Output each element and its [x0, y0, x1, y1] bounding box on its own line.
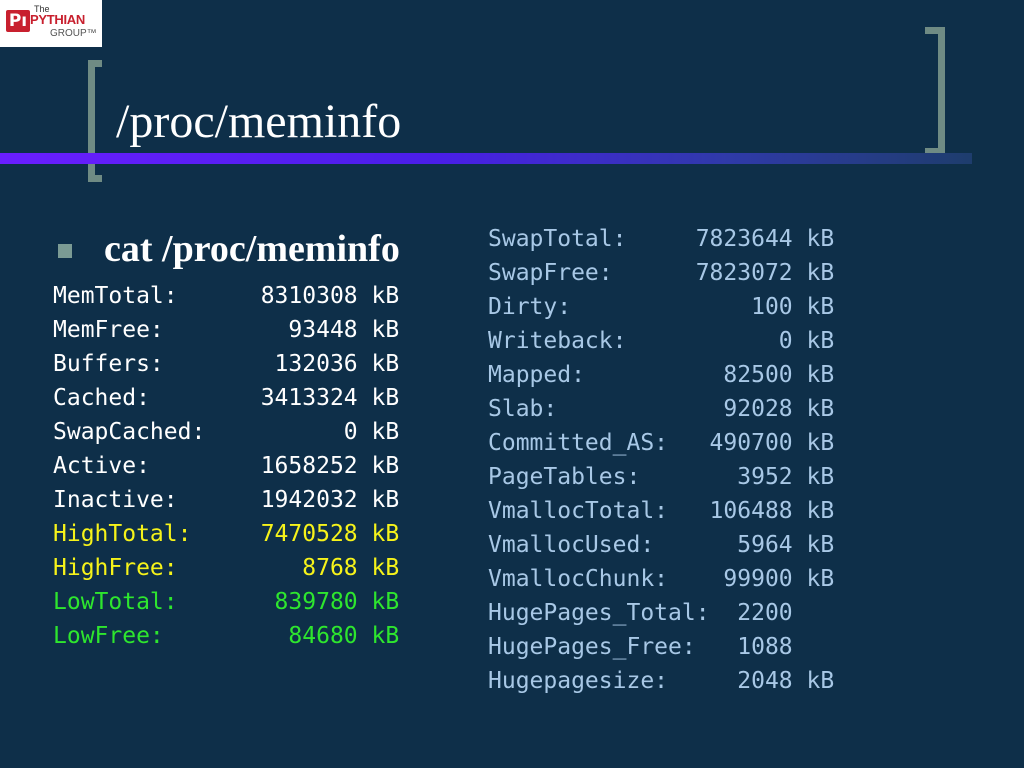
meminfo-line: PageTables: 3952 kB: [488, 464, 835, 490]
meminfo-line: Buffers: 132036 kB: [53, 351, 400, 377]
meminfo-line: SwapCached: 0 kB: [53, 419, 400, 445]
meminfo-line: MemFree: 93448 kB: [53, 317, 400, 343]
meminfo-line: VmallocUsed: 5964 kB: [488, 532, 835, 558]
meminfo-line: Mapped: 82500 kB: [488, 362, 835, 388]
title-underline-bar: [0, 153, 972, 164]
meminfo-line: Committed_AS: 490700 kB: [488, 430, 835, 456]
right-bracket-decoration: [925, 27, 945, 155]
logo-name-text: PYTHIAN: [30, 12, 85, 27]
meminfo-line: Hugepagesize: 2048 kB: [488, 668, 835, 694]
logo-group-text: GROUP™: [50, 28, 97, 39]
logo-mark-icon: Pı: [6, 10, 30, 32]
meminfo-line: HugePages_Total: 2200: [488, 600, 793, 626]
meminfo-right-column: SwapTotal: 7823644 kB SwapFree: 7823072 k…: [488, 222, 834, 698]
meminfo-line: Writeback: 0 kB: [488, 328, 835, 354]
slide-title: /proc/meminfo: [116, 95, 402, 148]
meminfo-line: LowTotal: 839780 kB: [53, 589, 400, 615]
square-bullet-icon: [58, 244, 72, 258]
meminfo-line: HighTotal: 7470528 kB: [53, 521, 400, 547]
meminfo-line: Inactive: 1942032 kB: [53, 487, 400, 513]
meminfo-line: Active: 1658252 kB: [53, 453, 400, 479]
meminfo-line: SwapTotal: 7823644 kB: [488, 226, 835, 252]
meminfo-line: MemTotal: 8310308 kB: [53, 283, 400, 309]
meminfo-line: VmallocChunk: 99900 kB: [488, 566, 835, 592]
bullet-heading: cat /proc/meminfo: [104, 228, 400, 270]
meminfo-line: LowFree: 84680 kB: [53, 623, 400, 649]
meminfo-line: Slab: 92028 kB: [488, 396, 835, 422]
meminfo-line: Cached: 3413324 kB: [53, 385, 400, 411]
meminfo-line: HugePages_Free: 1088: [488, 634, 793, 660]
meminfo-line: VmallocTotal: 106488 kB: [488, 498, 835, 524]
meminfo-line: Dirty: 100 kB: [488, 294, 835, 320]
meminfo-line: HighFree: 8768 kB: [53, 555, 400, 581]
meminfo-line: SwapFree: 7823072 kB: [488, 260, 835, 286]
meminfo-left-column: MemTotal: 8310308 kB MemFree: 93448 kB Buf…: [53, 279, 399, 653]
pythian-logo: Pı The PYTHIAN GROUP™: [0, 0, 102, 47]
